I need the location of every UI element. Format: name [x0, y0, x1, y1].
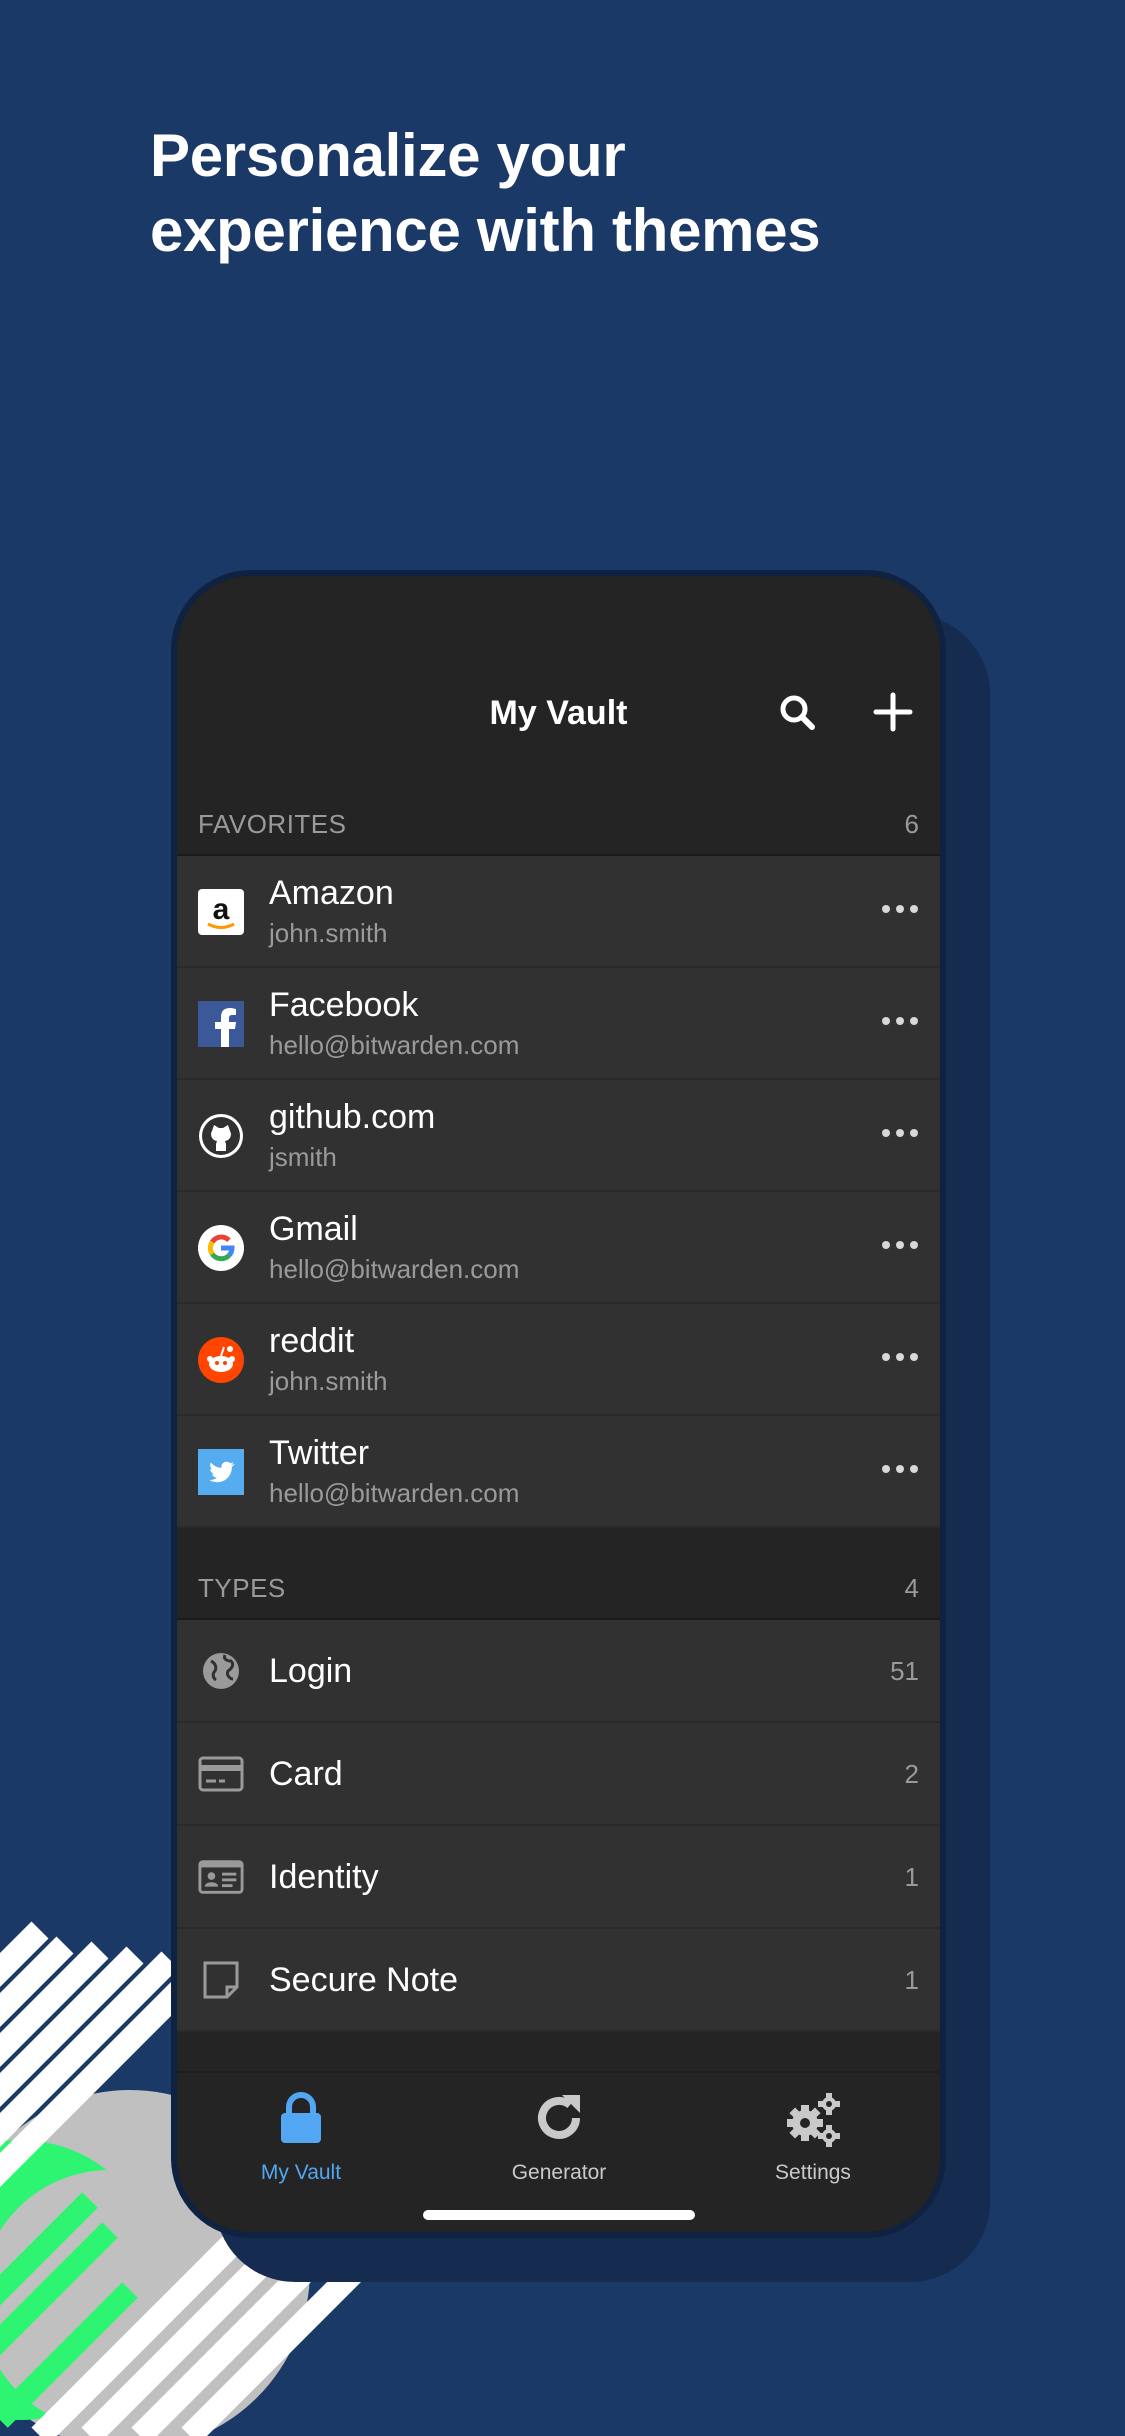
page-title: My Vault — [489, 694, 628, 732]
item-title: Identity — [269, 1858, 379, 1896]
item-title: Twitter — [269, 1434, 370, 1472]
id-card-icon — [198, 1854, 244, 1900]
more-options-button[interactable] — [880, 1454, 920, 1484]
facebook-icon — [198, 1001, 244, 1047]
search-icon — [780, 695, 815, 730]
phone-frame: My Vault FAVORITES 6 a Amazon john.smith… — [171, 570, 946, 2238]
headline-line-1: Personalize your — [150, 122, 626, 189]
tab-generator[interactable]: Generator — [469, 2083, 649, 2193]
plus-icon — [873, 692, 913, 732]
section-count: 6 — [904, 809, 919, 839]
item-subtitle: hello@bitwarden.com — [269, 1478, 520, 1508]
tab-settings[interactable]: Settings — [723, 2083, 903, 2193]
type-item-identity[interactable]: Identity 1 — [177, 1826, 940, 1929]
ellipsis-icon — [882, 1353, 918, 1361]
ellipsis-icon — [882, 1241, 918, 1249]
item-subtitle: hello@bitwarden.com — [269, 1030, 520, 1060]
lock-icon — [281, 2092, 321, 2143]
favorite-item-github[interactable]: github.com jsmith — [177, 1080, 940, 1192]
tab-label: Settings — [775, 2161, 851, 2184]
navigation-bar: My Vault — [177, 576, 940, 766]
item-subtitle: jsmith — [269, 1142, 337, 1172]
item-title: Gmail — [269, 1210, 358, 1248]
headline-line-2: experience with themes — [150, 197, 821, 264]
item-title: Login — [269, 1652, 353, 1690]
more-options-button[interactable] — [880, 1118, 920, 1148]
more-options-button[interactable] — [880, 894, 920, 924]
item-subtitle: john.smith — [269, 1366, 388, 1396]
globe-icon — [198, 1648, 244, 1694]
more-options-button[interactable] — [880, 1006, 920, 1036]
credit-card-icon — [198, 1751, 244, 1797]
item-subtitle: hello@bitwarden.com — [269, 1254, 520, 1284]
section-label: FAVORITES — [198, 809, 347, 839]
svg-text:a: a — [213, 893, 230, 926]
add-item-button[interactable] — [865, 684, 921, 740]
twitter-icon — [198, 1449, 244, 1495]
tab-label: Generator — [511, 2161, 607, 2184]
type-item-card[interactable]: Card 2 — [177, 1723, 940, 1826]
tab-bar: My Vault Generator Settings — [177, 2071, 940, 2232]
home-indicator[interactable] — [423, 2210, 695, 2220]
section-label: TYPES — [198, 1573, 286, 1603]
headline: Personalize your experience with themes — [150, 118, 821, 268]
tab-my-vault[interactable]: My Vault — [211, 2083, 391, 2193]
item-count: 1 — [904, 1862, 919, 1892]
app-screen: My Vault FAVORITES 6 a Amazon john.smith… — [177, 576, 940, 2232]
item-title: github.com — [269, 1098, 436, 1136]
type-item-secure-note[interactable]: Secure Note 1 — [177, 1929, 940, 2032]
gears-icon — [787, 2093, 840, 2147]
item-title: reddit — [269, 1322, 355, 1360]
note-icon — [198, 1957, 244, 2003]
ellipsis-icon — [882, 1465, 918, 1473]
item-count: 51 — [890, 1656, 919, 1686]
favorite-item-twitter[interactable]: Twitter hello@bitwarden.com — [177, 1416, 940, 1528]
google-icon — [198, 1225, 244, 1271]
favorite-item-gmail[interactable]: Gmail hello@bitwarden.com — [177, 1192, 940, 1304]
section-count: 4 — [904, 1573, 919, 1603]
ellipsis-icon — [882, 1129, 918, 1137]
ellipsis-icon — [882, 905, 918, 913]
ellipsis-icon — [882, 1017, 918, 1025]
item-title: Facebook — [269, 986, 419, 1024]
item-title: Amazon — [269, 874, 394, 912]
reddit-icon — [198, 1337, 244, 1383]
types-section-header: TYPES 4 — [177, 1528, 940, 1620]
more-options-button[interactable] — [880, 1342, 920, 1372]
item-count: 1 — [904, 1965, 919, 1995]
type-item-login[interactable]: Login 51 — [177, 1620, 940, 1723]
item-title: Card — [269, 1755, 343, 1793]
amazon-icon: a — [198, 889, 244, 935]
item-count: 2 — [904, 1759, 919, 1789]
item-title: Secure Note — [269, 1961, 458, 1999]
github-icon — [198, 1113, 244, 1159]
tab-label: My Vault — [260, 2161, 342, 2184]
favorites-section-header: FAVORITES 6 — [177, 766, 940, 856]
favorite-item-reddit[interactable]: reddit john.smith — [177, 1304, 940, 1416]
search-button[interactable] — [769, 684, 825, 740]
refresh-icon — [538, 2095, 580, 2139]
more-options-button[interactable] — [880, 1230, 920, 1260]
favorite-item-facebook[interactable]: Facebook hello@bitwarden.com — [177, 968, 940, 1080]
favorite-item-amazon[interactable]: a Amazon john.smith — [177, 856, 940, 968]
item-subtitle: john.smith — [269, 918, 388, 948]
